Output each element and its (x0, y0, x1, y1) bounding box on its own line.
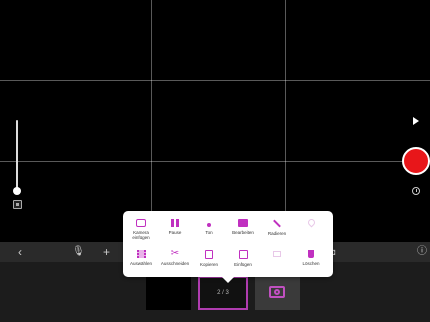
grid-line-vertical-1 (151, 0, 152, 242)
menu-item-paste[interactable]: Einfügen (226, 250, 260, 267)
scissors-icon: ✂ (170, 248, 180, 259)
grid-line-horizontal-1 (0, 80, 430, 81)
play-icon[interactable] (413, 117, 419, 125)
camera-frame-slot[interactable] (255, 276, 300, 310)
zoom-icon[interactable] (13, 200, 22, 209)
chevron-left-icon[interactable]: ‹ (18, 244, 22, 260)
menu-item-delete[interactable]: Löschen (294, 250, 328, 266)
menu-item-frame-disabled (260, 250, 294, 260)
trash-icon (308, 250, 314, 258)
menu-item-favorite-disabled (294, 217, 328, 229)
menu-item-edit[interactable]: Bearbeiten (226, 219, 260, 235)
zoom-slider-track[interactable] (16, 120, 18, 192)
add-frame-button[interactable]: + (103, 244, 110, 260)
camera-icon (136, 219, 146, 227)
pause-icon (171, 219, 179, 227)
menu-item-cut[interactable]: ✂ Ausschneiden (158, 248, 192, 267)
heart-icon (306, 217, 316, 228)
zoom-slider-handle[interactable] (13, 187, 21, 195)
frame-counter: 2 / 3 (217, 290, 229, 296)
timer-icon[interactable] (412, 187, 420, 195)
frame-thumbnail[interactable] (146, 276, 191, 310)
microphone-icon[interactable]: 🎙 (72, 244, 85, 260)
help-icon[interactable]: ⓘ (417, 244, 427, 260)
copy-icon (205, 250, 213, 259)
edit-icon (238, 219, 248, 227)
film-icon (136, 250, 146, 258)
grid-line-vertical-2 (285, 0, 286, 242)
frame-context-menu: Kamera einfügen Pause Ton Bearbeiten Rad… (123, 211, 333, 283)
menu-item-erase[interactable]: Radieren (260, 219, 294, 236)
camera-icon (269, 286, 285, 298)
wand-icon (273, 219, 281, 228)
grid-line-horizontal-2 (0, 161, 430, 162)
menu-item-insert-camera[interactable]: Kamera einfügen (124, 219, 158, 240)
menu-item-sound[interactable]: Ton (192, 219, 226, 235)
record-button[interactable] (402, 147, 430, 175)
music-note-icon (207, 223, 211, 227)
frame-icon (273, 251, 281, 257)
camera-viewport[interactable] (0, 0, 430, 242)
clipboard-icon (238, 250, 248, 259)
menu-item-select[interactable]: Auswählen (124, 250, 158, 266)
menu-item-copy[interactable]: Kopieren (192, 250, 226, 267)
menu-item-pause[interactable]: Pause (158, 219, 192, 235)
